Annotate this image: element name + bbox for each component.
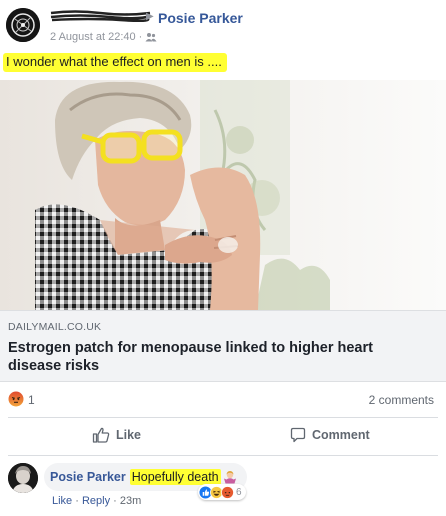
reactions-summary: 1 2 comments bbox=[0, 387, 446, 413]
post-header: ▶ Posie Parker 2 August at 22:40 · I won… bbox=[0, 0, 446, 72]
comment-reactions[interactable]: 6 bbox=[198, 484, 246, 500]
like-button[interactable]: Like bbox=[92, 427, 141, 443]
post-timestamp[interactable]: 2 August at 22:40 bbox=[50, 31, 136, 43]
post-actions: Like Comment bbox=[0, 419, 446, 455]
comment-label: Comment bbox=[312, 428, 370, 442]
post-meta: 2 August at 22:40 · bbox=[50, 31, 157, 43]
comment-like-link[interactable]: Like bbox=[52, 495, 72, 507]
comment-meta: Like · Reply · 23m bbox=[52, 495, 141, 507]
profile-avatar[interactable] bbox=[6, 8, 40, 42]
link-preview-caption[interactable]: DAILYMAIL.CO.UK Estrogen patch for menop… bbox=[0, 310, 446, 382]
woman-shrugging-emoji bbox=[223, 470, 237, 484]
comment-reply-link[interactable]: Reply bbox=[82, 495, 110, 507]
comment-meta-separator: · bbox=[113, 495, 117, 507]
like-label: Like bbox=[116, 428, 142, 442]
comment-age[interactable]: 23m bbox=[120, 495, 141, 507]
share-arrow-icon: ▶ bbox=[146, 11, 154, 22]
commenter-avatar[interactable] bbox=[8, 463, 38, 493]
thumbs-up-icon bbox=[92, 427, 110, 443]
author-name-link[interactable]: Posie Parker bbox=[158, 10, 243, 26]
comment-button[interactable]: Comment bbox=[290, 427, 370, 443]
post-text: I wonder what the effect on men is .... bbox=[3, 53, 227, 72]
friends-icon bbox=[145, 32, 157, 42]
divider bbox=[8, 455, 438, 456]
comments-count[interactable]: 2 comments bbox=[369, 393, 434, 407]
reaction-count[interactable]: 1 bbox=[28, 393, 35, 407]
angry-reaction-icon[interactable] bbox=[8, 391, 24, 407]
divider bbox=[8, 417, 438, 418]
meta-separator: · bbox=[138, 31, 143, 43]
comment-text: Hopefully death bbox=[129, 469, 221, 485]
article-image[interactable] bbox=[0, 80, 446, 310]
comment-bubble-icon bbox=[290, 427, 306, 443]
redacted-name-scribble bbox=[50, 10, 152, 22]
link-title[interactable]: Estrogen patch for menopause linked to h… bbox=[8, 339, 428, 375]
comment-meta-separator: · bbox=[75, 495, 79, 507]
comment-item: Posie Parker Hopefully death 6 Like · Re… bbox=[0, 459, 446, 516]
commenter-name-link[interactable]: Posie Parker bbox=[50, 470, 126, 484]
angry-reaction-icon bbox=[221, 485, 234, 499]
link-domain: DAILYMAIL.CO.UK bbox=[8, 321, 102, 333]
comment-reaction-count: 6 bbox=[236, 486, 242, 498]
